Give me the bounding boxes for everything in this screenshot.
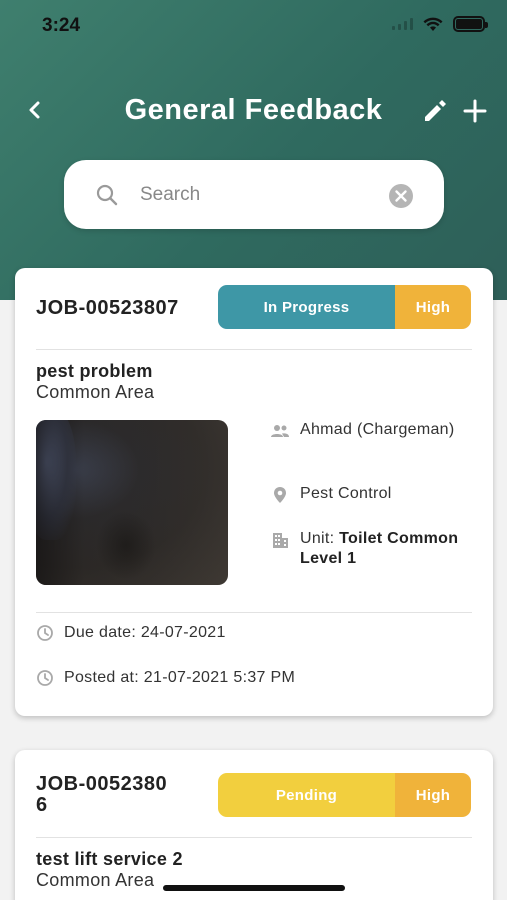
job-card[interactable]: JOB-0052380 6 Pending High test lift ser… — [15, 750, 493, 900]
job-photo[interactable] — [36, 420, 228, 585]
home-indicator — [163, 885, 345, 891]
category-name: Pest Control — [300, 485, 392, 502]
search-icon — [96, 184, 118, 206]
clock-icon — [37, 670, 53, 686]
navigation-bar: General Feedback — [0, 80, 507, 140]
job-title: test lift service 2 — [36, 849, 183, 869]
due-date: Due date: 24-07-2021 — [64, 624, 226, 641]
priority-badge: High — [395, 285, 471, 329]
posted-at-row: Posted at: 21-07-2021 5:37 PM — [36, 669, 295, 687]
status-badge: Pending — [218, 773, 395, 817]
wifi-icon — [423, 17, 443, 31]
edit-pencil-icon[interactable] — [420, 96, 450, 126]
divider — [36, 612, 472, 613]
assignee-name: Ahmad (Chargeman) — [300, 421, 455, 438]
job-badges: Pending High — [218, 773, 471, 817]
status-badge: In Progress — [218, 285, 395, 329]
search-bar — [64, 160, 444, 229]
category-row: Pest Control — [270, 484, 480, 505]
job-id-line2: 6 — [36, 794, 48, 816]
job-card[interactable]: JOB-00523807 In Progress High pest probl… — [15, 268, 493, 716]
job-location: Common Area — [36, 382, 155, 402]
battery-icon — [453, 16, 488, 32]
posted-at: Posted at: 21-07-2021 5:37 PM — [64, 669, 296, 686]
cellular-signal-icon — [392, 18, 413, 30]
unit-row: Unit: Toilet Common Level 1 — [270, 529, 480, 569]
job-badges: In Progress High — [218, 285, 471, 329]
unit-info: Unit: Toilet Common Level 1 — [300, 529, 480, 569]
search-input[interactable] — [140, 178, 380, 212]
due-date-row: Due date: 24-07-2021 — [36, 624, 226, 642]
add-plus-icon[interactable] — [460, 96, 490, 126]
priority-badge: High — [395, 773, 471, 817]
job-location: Common Area — [36, 870, 155, 890]
job-id-line1: JOB-0052380 — [36, 773, 168, 795]
people-icon — [271, 425, 289, 437]
job-id: JOB-0052380 6 — [36, 774, 167, 816]
job-id: JOB-00523807 — [36, 297, 179, 319]
divider — [36, 837, 472, 838]
status-time: 3:24 — [42, 15, 81, 36]
clock-icon — [37, 625, 53, 641]
status-bar: 3:24 — [0, 0, 507, 50]
clear-search-icon[interactable] — [388, 183, 414, 209]
location-pin-icon — [274, 487, 286, 503]
unit-label: Unit: — [300, 530, 335, 547]
divider — [36, 349, 472, 350]
assignee-row: Ahmad (Chargeman) — [270, 420, 480, 441]
job-title: pest problem — [36, 361, 153, 381]
building-icon — [273, 533, 288, 548]
status-icons — [392, 16, 488, 32]
